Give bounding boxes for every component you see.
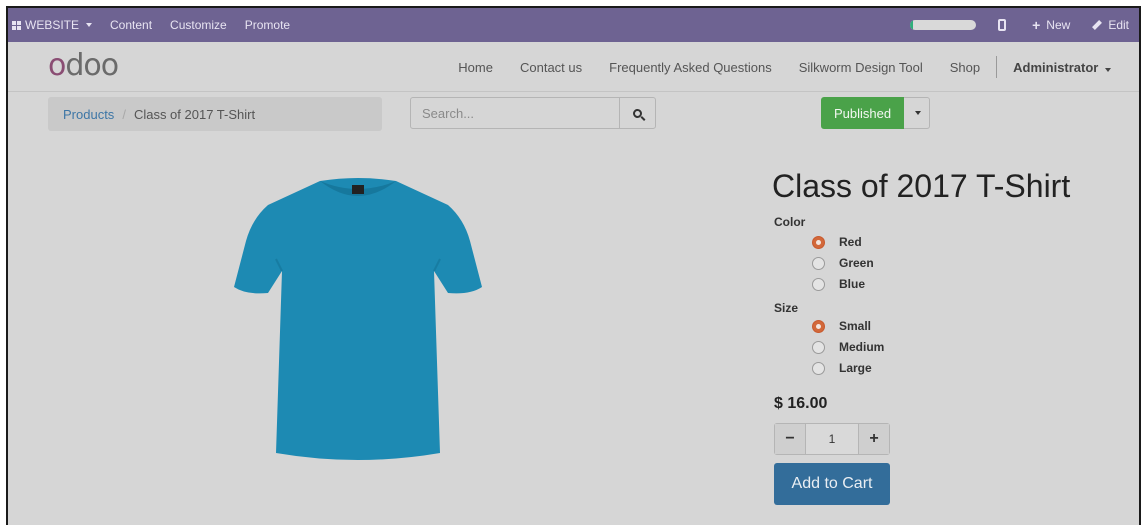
size-option-label: Large (839, 361, 872, 375)
color-label: Color (774, 215, 806, 229)
product-price: $ 16.00 (774, 395, 828, 412)
content-menu[interactable]: Content (110, 18, 152, 32)
customize-menu[interactable]: Customize (170, 18, 227, 32)
color-option-green[interactable]: Green (812, 256, 874, 270)
radio-button[interactable] (812, 340, 825, 354)
published-button[interactable]: Published (821, 97, 905, 129)
quantity-stepper: − 1 + (774, 423, 890, 455)
nav-link-faq[interactable]: Frequently Asked Questions (609, 60, 772, 75)
edit-button-label: Edit (1108, 18, 1129, 32)
progress-bar (910, 20, 977, 30)
radio-button[interactable] (812, 256, 825, 270)
breadcrumb-separator: / (122, 106, 126, 122)
publish-control: Published (821, 97, 931, 129)
browser-viewport: WEBSITE Content Customize Promote + New … (6, 6, 1141, 525)
website-menu[interactable]: WEBSITE (12, 18, 93, 32)
tshirt-label (352, 185, 364, 194)
color-option-label: Green (839, 256, 874, 270)
size-label: Size (774, 301, 799, 315)
edit-button[interactable]: Edit (1092, 18, 1129, 32)
admin-bar-actions: + New Edit (910, 8, 1139, 42)
color-option-blue[interactable]: Blue (812, 277, 865, 291)
publish-dropdown-toggle[interactable] (904, 97, 931, 129)
new-button[interactable]: + New (1032, 17, 1070, 33)
color-option-label: Blue (839, 277, 866, 291)
nav-divider (996, 56, 998, 78)
progress-fill (910, 20, 914, 30)
radio-button[interactable] (812, 235, 825, 249)
radio-button[interactable] (812, 277, 825, 291)
product-image (234, 178, 482, 460)
quantity-increase-button[interactable]: + (859, 424, 889, 454)
search-icon (633, 108, 642, 118)
promote-menu-label: Promote (244, 18, 291, 32)
product-title: Class of 2017 T-Shirt (772, 168, 1071, 204)
caret-down-icon (915, 111, 922, 115)
color-option-red[interactable]: Red (812, 235, 862, 249)
website-menu-label: WEBSITE (25, 18, 80, 32)
tshirt-shape (234, 178, 482, 460)
color-option-label: Red (839, 235, 862, 249)
size-option-large[interactable]: Large (812, 361, 872, 375)
admin-bar: WEBSITE Content Customize Promote + New … (8, 8, 1139, 42)
size-option-medium[interactable]: Medium (812, 340, 884, 354)
size-option-label: Medium (839, 340, 885, 354)
search-box (410, 97, 656, 129)
nav-link-contact-us[interactable]: Contact us (520, 60, 582, 75)
promote-menu[interactable]: Promote (245, 18, 290, 32)
customize-menu-label: Customize (170, 18, 227, 32)
apps-grid-icon (12, 20, 21, 30)
content-menu-label: Content (110, 18, 153, 32)
user-menu-label: Administrator (1013, 59, 1099, 75)
nav-links: Home Contact us Frequently Asked Questio… (431, 42, 1111, 92)
size-option-label: Small (839, 319, 872, 333)
site-navbar: odoo Home Contact us Frequently Asked Qu… (8, 42, 1139, 92)
new-button-label: New (1046, 18, 1071, 32)
caret-down-icon (1105, 67, 1111, 72)
odoo-logo[interactable]: odoo (48, 48, 119, 83)
search-input[interactable] (411, 98, 619, 128)
plus-icon: + (1032, 17, 1041, 33)
radio-button[interactable] (812, 361, 825, 375)
search-button[interactable] (619, 98, 655, 128)
caret-down-icon (86, 23, 93, 27)
breadcrumb: Products / Class of 2017 T-Shirt (48, 97, 382, 131)
nav-link-shop[interactable]: Shop (950, 60, 980, 75)
nav-link-home[interactable]: Home (458, 60, 493, 75)
quantity-input[interactable]: 1 (805, 424, 859, 454)
breadcrumb-current: Class of 2017 T-Shirt (133, 106, 256, 122)
size-option-small[interactable]: Small (812, 319, 871, 333)
quantity-decrease-button[interactable]: − (775, 424, 805, 454)
radio-button[interactable] (812, 319, 825, 333)
user-menu[interactable]: Administrator (1013, 60, 1111, 75)
mobile-preview-icon[interactable] (998, 19, 1007, 31)
breadcrumb-products[interactable]: Products (63, 107, 114, 122)
nav-link-silkworm-design-tool[interactable]: Silkworm Design Tool (799, 60, 923, 75)
pencil-icon (1092, 20, 1103, 30)
add-to-cart-button[interactable]: Add to Cart (774, 463, 890, 505)
